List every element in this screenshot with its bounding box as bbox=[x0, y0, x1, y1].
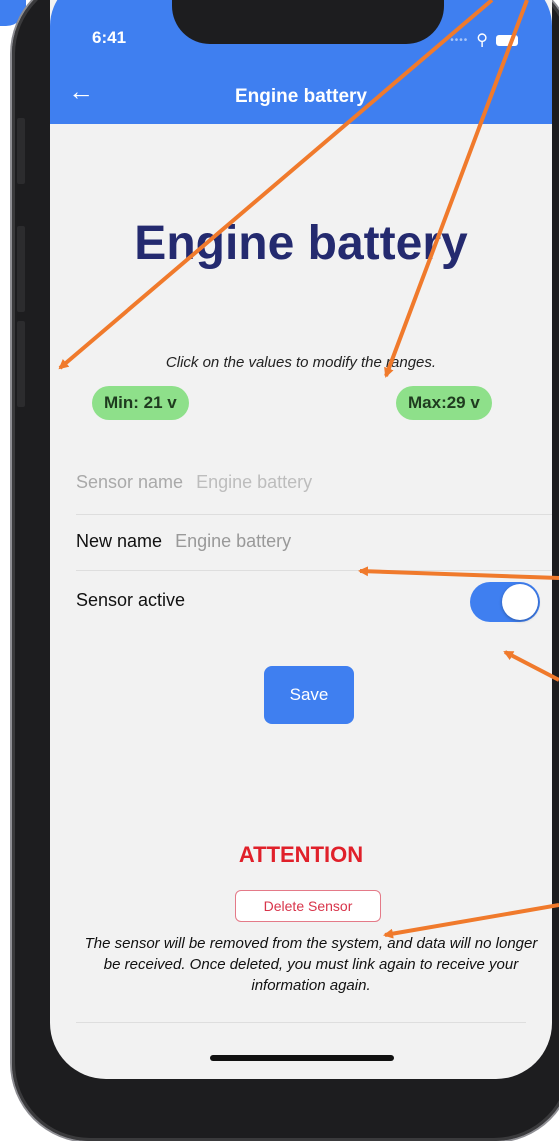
attention-heading: ATTENTION bbox=[238, 842, 364, 867]
sensor-name-label: Sensor name bbox=[76, 472, 184, 492]
sensor-active-toggle[interactable] bbox=[470, 582, 540, 622]
nav-title: Engine battery bbox=[235, 86, 367, 107]
sensor-name-value: Engine battery bbox=[196, 472, 313, 492]
side-button-volume-down bbox=[17, 321, 25, 407]
status-time: 6:41 bbox=[92, 28, 127, 47]
toggle-knob bbox=[502, 584, 538, 620]
min-range-button[interactable]: Min: 21 v bbox=[92, 386, 189, 420]
side-button-volume-up bbox=[17, 226, 25, 312]
wifi-icon: ⚲ bbox=[476, 32, 488, 49]
save-button[interactable]: Save bbox=[264, 666, 354, 724]
delete-warning-text: The sensor will be removed from the syst… bbox=[84, 935, 538, 994]
app-screen: 6:41 •••• ⚲ ← Engine battery Engine batt… bbox=[50, 0, 552, 1079]
sensor-name-row: Sensor name Engine battery bbox=[76, 472, 552, 493]
signal-icon: •••• bbox=[450, 34, 469, 46]
page-title: Engine battery bbox=[134, 217, 468, 270]
new-name-label: New name bbox=[76, 531, 163, 551]
navigation-bar: 6:41 •••• ⚲ ← Engine battery bbox=[50, 0, 552, 124]
new-name-input[interactable]: Engine battery bbox=[175, 531, 291, 551]
divider bbox=[76, 514, 552, 515]
battery-icon bbox=[496, 34, 518, 46]
sensor-active-label: Sensor active bbox=[76, 590, 186, 610]
divider bbox=[76, 570, 552, 571]
delete-sensor-button[interactable]: Delete Sensor bbox=[235, 890, 381, 922]
divider bbox=[76, 1022, 526, 1023]
device-notch bbox=[172, 0, 444, 44]
new-name-row[interactable]: New name Engine battery bbox=[76, 531, 552, 552]
side-button-mute bbox=[17, 118, 25, 184]
status-icons: •••• ⚲ bbox=[450, 30, 518, 50]
range-hint: Click on the values to modify the ranges… bbox=[165, 354, 437, 371]
max-range-button[interactable]: Max:29 v bbox=[396, 386, 492, 420]
home-indicator bbox=[210, 1055, 394, 1061]
phone-frame: 6:41 •••• ⚲ ← Engine battery Engine batt… bbox=[12, 0, 559, 1141]
